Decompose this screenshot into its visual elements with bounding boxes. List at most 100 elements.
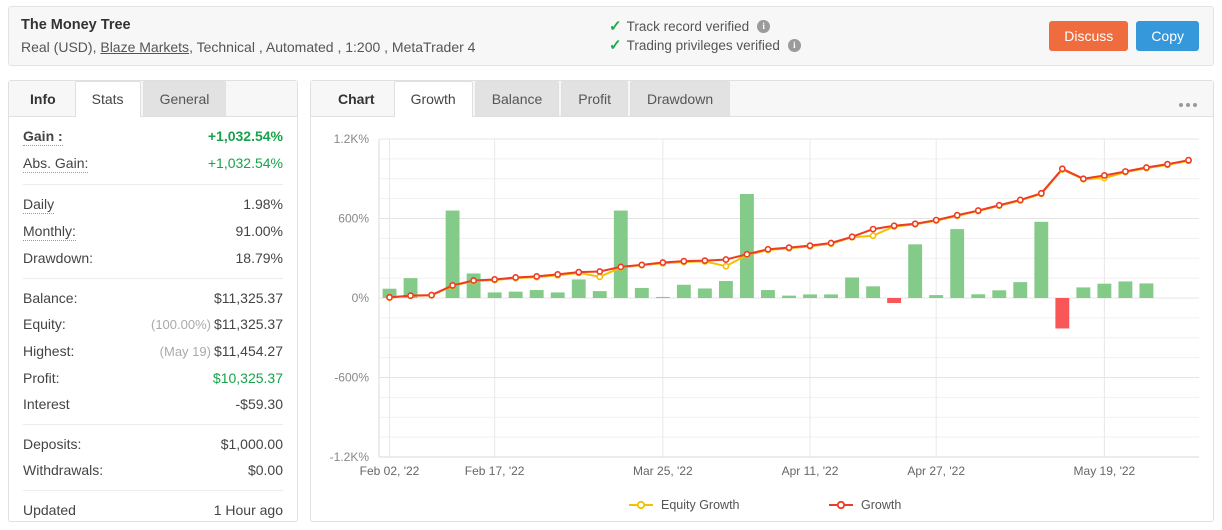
stats-list: Gain : +1,032.54% Abs. Gain: +1,032.54% Dail… xyxy=(9,117,297,530)
tab-growth[interactable]: Growth xyxy=(393,81,473,117)
chart-panel: Chart Growth Balance Profit Drawdown 1.2… xyxy=(310,80,1214,522)
tab-info[interactable]: Info xyxy=(13,81,73,116)
stats-row: Monthly: 91.00% xyxy=(23,218,283,245)
page-title: The Money Tree xyxy=(21,16,131,33)
growth-chart: 1.2K% 600% 0% -600% -1.2K% Feb 02, '22 Feb 17,… xyxy=(311,117,1215,523)
svg-text:May 19, '22: May 19, '22 xyxy=(1074,464,1136,478)
stats-row: Profit: $10,325.37 xyxy=(23,365,283,391)
stats-row-value-text: -$59.30 xyxy=(235,396,283,412)
stats-row-value-prefix: (May 19) xyxy=(159,344,211,359)
tab-chart[interactable]: Chart xyxy=(321,81,392,116)
stats-row: Interest -$59.30 xyxy=(23,391,283,417)
stats-row-value: 1 Hour ago xyxy=(214,501,283,519)
stats-row: Tracking123 xyxy=(23,523,283,530)
stats-row: Equity: (100.00%) $11,325.37 xyxy=(23,311,283,338)
tab-drawdown[interactable]: Drawdown xyxy=(629,81,731,116)
stats-row-value: $11,325.37 xyxy=(214,289,283,307)
account-header: The Money Tree Real (USD), Blaze Markets… xyxy=(8,6,1214,66)
stats-row-value-text: 91.00% xyxy=(235,223,283,239)
stats-row: Highest: (May 19) $11,454.27 xyxy=(23,338,283,365)
stats-row-value: +1,032.54% xyxy=(208,127,283,145)
sidebar-tabs: Info Stats General xyxy=(9,81,297,117)
track-record-verified-label: Track record verified xyxy=(626,19,750,34)
stats-group: Deposits: $1,000.00 Withdrawals: $0.00 xyxy=(23,424,283,490)
stats-row-label: Equity: xyxy=(23,316,66,332)
info-icon[interactable]: i xyxy=(787,39,801,52)
track-record-verified-badge: ✓ Track record verified i xyxy=(609,17,1009,36)
svg-text:Equity Growth: Equity Growth xyxy=(661,498,740,512)
stats-row-value: +1,032.54% xyxy=(208,154,283,172)
stats-row-label: Highest: xyxy=(23,343,75,359)
broker-link[interactable]: Blaze Markets xyxy=(100,39,189,55)
stats-row-label: Interest xyxy=(23,396,70,412)
stats-row-value-text: 1 Hour ago xyxy=(213,502,283,518)
svg-text:Apr 27, '22: Apr 27, '22 xyxy=(907,464,965,478)
account-meta-suffix: , Technical , Automated , 1:200 , MetaTr… xyxy=(189,38,476,55)
stats-row-value-text: $0.00 xyxy=(247,462,283,478)
svg-text:600%: 600% xyxy=(338,212,369,226)
stats-row-value-text: $11,325.37 xyxy=(213,290,283,306)
stats-row-value-text: $1,000.00 xyxy=(220,436,283,452)
stats-row-value-text: $11,454.27 xyxy=(213,343,283,359)
stats-row: Deposits: $1,000.00 xyxy=(23,431,283,457)
header-actions: Discuss Copy xyxy=(1049,21,1213,51)
tab-general[interactable]: General xyxy=(142,81,227,116)
stats-row-label: Balance: xyxy=(23,290,78,306)
account-meta: Real (USD), Blaze Markets, Technical , A… xyxy=(21,36,609,58)
trading-privileges-verified-badge: ✓ Trading privileges verified i xyxy=(609,36,1009,55)
stats-row-value: (May 19) $11,454.27 xyxy=(160,342,283,361)
stats-group: Daily 1.98% Monthly: 91.00% Drawdown: 18.79% xyxy=(23,184,283,278)
check-icon: ✓ xyxy=(609,18,622,35)
svg-text:-1.2K%: -1.2K% xyxy=(330,450,370,464)
stats-row-value: $10,325.37 xyxy=(213,369,283,387)
svg-text:Feb 17, '22: Feb 17, '22 xyxy=(465,464,525,478)
stats-row-value: 1.98% xyxy=(243,195,283,213)
stats-row-label: Deposits: xyxy=(23,436,82,452)
stats-row-value: $1,000.00 xyxy=(221,435,283,453)
trading-privileges-verified-label: Trading privileges verified xyxy=(626,38,780,53)
stats-row-value: -$59.30 xyxy=(236,395,283,413)
svg-text:Growth: Growth xyxy=(861,498,901,512)
stats-row-value-text: +1,032.54% xyxy=(207,155,283,171)
chart-tabs: Chart Growth Balance Profit Drawdown xyxy=(311,81,1213,117)
tab-balance[interactable]: Balance xyxy=(474,81,560,116)
stats-row: Balance: $11,325.37 xyxy=(23,285,283,311)
stats-group: Balance: $11,325.37 Equity: (100.00%) $11,32… xyxy=(23,278,283,424)
discuss-button[interactable]: Discuss xyxy=(1049,21,1129,51)
stats-row-label: Monthly: xyxy=(23,223,76,241)
account-meta-prefix: Real (USD), xyxy=(21,38,97,55)
stats-row-value-text: $10,325.37 xyxy=(212,370,283,386)
svg-text:Feb 02, '22: Feb 02, '22 xyxy=(360,464,420,478)
stats-row-label: Profit: xyxy=(23,370,60,386)
stats-row: Gain : +1,032.54% xyxy=(23,123,283,150)
stats-row-value: 18.79% xyxy=(236,249,283,267)
stats-group: Gain : +1,032.54% Abs. Gain: +1,032.54% xyxy=(23,117,283,184)
svg-text:0%: 0% xyxy=(352,291,370,305)
svg-text:Apr 11, '22: Apr 11, '22 xyxy=(782,464,839,478)
stats-row-value-text: $11,325.37 xyxy=(213,316,283,332)
stats-row: Daily 1.98% xyxy=(23,191,283,218)
stats-row-label: Updated xyxy=(23,502,76,518)
stats-row-value-text: 1.98% xyxy=(243,196,283,212)
ellipsis-icon[interactable] xyxy=(1179,103,1197,107)
stats-row: Updated 1 Hour ago xyxy=(23,497,283,523)
copy-button[interactable]: Copy xyxy=(1136,21,1199,51)
stats-row-value-text: +1,032.54% xyxy=(207,128,283,144)
svg-text:Mar 25, '22: Mar 25, '22 xyxy=(633,464,693,478)
stats-row-label: Gain : xyxy=(23,128,63,146)
stats-row-value: 91.00% xyxy=(236,222,283,240)
stats-group: Updated 1 Hour ago Tracking123 xyxy=(23,490,283,530)
growth-chart-svg: 1.2K% 600% 0% -600% -1.2K%Feb 02, '22 Feb 17,… xyxy=(330,132,1199,512)
info-icon[interactable]: i xyxy=(757,20,771,33)
tab-profit[interactable]: Profit xyxy=(561,81,628,116)
stats-row: Abs. Gain: +1,032.54% xyxy=(23,150,283,177)
stats-row-label: Withdrawals: xyxy=(23,462,104,478)
stats-row-value-prefix: (100.00%) xyxy=(150,317,211,332)
stats-row-value-text: 18.79% xyxy=(235,250,283,266)
stats-row-label: Daily xyxy=(23,196,55,214)
profile-page: The Money Tree Real (USD), Blaze Markets… xyxy=(0,0,1222,530)
tab-stats[interactable]: Stats xyxy=(74,81,141,117)
check-icon: ✓ xyxy=(609,37,622,54)
svg-text:-600%: -600% xyxy=(334,371,369,385)
stats-row-label: Drawdown: xyxy=(23,250,94,266)
